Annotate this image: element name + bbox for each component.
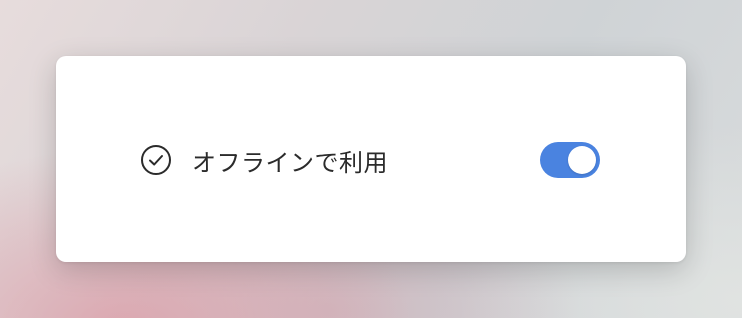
offline-toggle[interactable] bbox=[540, 142, 600, 178]
offline-setting-label: オフラインで利用 bbox=[192, 148, 388, 177]
settings-card: オフラインで利用 bbox=[56, 56, 686, 262]
check-circle-icon bbox=[141, 145, 171, 175]
offline-setting-row: オフラインで利用 bbox=[140, 142, 600, 178]
toggle-knob bbox=[568, 146, 596, 174]
